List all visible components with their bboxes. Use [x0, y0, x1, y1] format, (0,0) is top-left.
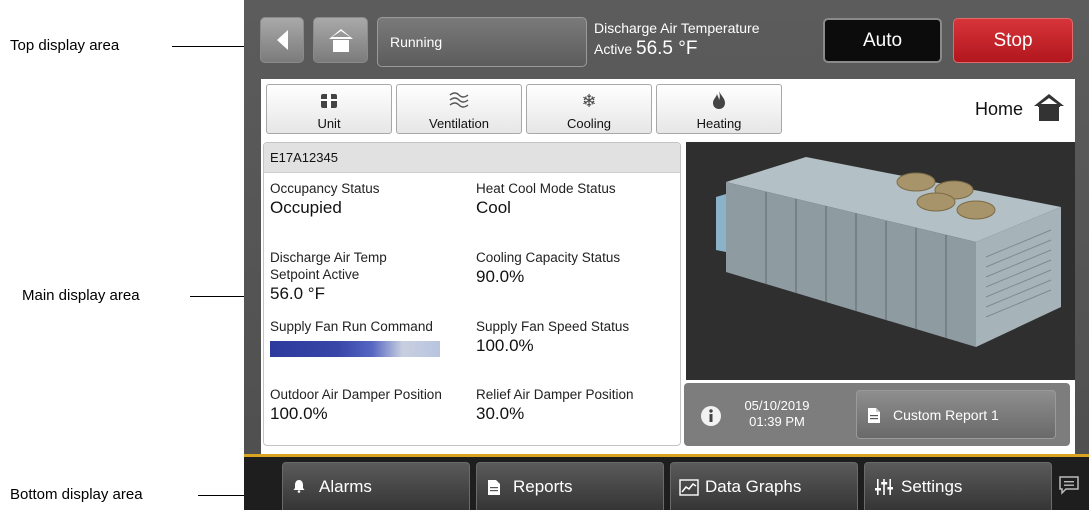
dat-active-row: Active 56.5 °F	[594, 38, 759, 60]
settings-label: Settings	[901, 477, 963, 496]
current-time: 01:39 PM	[749, 414, 805, 429]
heat-cool-label: Heat Cool Mode Status	[476, 181, 616, 196]
oa-damper-position: Outdoor Air Damper Position 100.0%	[270, 386, 442, 425]
rooftop-unit-image	[686, 142, 1075, 380]
reports-label: Reports	[513, 477, 573, 496]
data-graphs-button[interactable]: Data Graphs	[670, 462, 858, 510]
discharge-air-temp-readout: Discharge Air Temperature Active 56.5 °F	[594, 20, 759, 60]
supply-fan-run-command: Supply Fan Run Command	[270, 318, 440, 357]
datetime-report-strip: 05/10/2019 01:39 PM Custom Report 1	[684, 383, 1070, 446]
chat-icon[interactable]	[1058, 475, 1080, 495]
fan-run-label: Supply Fan Run Command	[270, 319, 433, 334]
ventilation-icon	[397, 90, 521, 112]
reports-button[interactable]: Reports	[476, 462, 664, 510]
custom-report-button[interactable]: Custom Report 1	[856, 390, 1056, 439]
oa-damper-value: 100.0%	[270, 404, 328, 423]
bottom-display-area: Alarms Reports Data Graphs Settings	[244, 457, 1089, 510]
alarms-label: Alarms	[319, 477, 372, 496]
cooling-capacity-value: 90.0%	[476, 267, 525, 286]
tab-ventilation-label: Ventilation	[429, 116, 489, 131]
unit-status-display[interactable]: Running	[377, 17, 587, 67]
current-date: 05/10/2019	[744, 398, 810, 413]
occupancy-value: Occupied	[270, 198, 342, 217]
fan-speed-label: Supply Fan Speed Status	[476, 319, 630, 334]
home-button[interactable]	[313, 17, 368, 63]
tab-cooling[interactable]: ❄ Cooling	[526, 84, 652, 134]
settings-button[interactable]: Settings	[864, 462, 1052, 510]
oa-damper-label: Outdoor Air Damper Position	[270, 387, 442, 402]
main-display-area: Unit Ventilation ❄ Cooling Heating Home …	[261, 79, 1075, 454]
bell-icon	[293, 480, 305, 493]
dat-title: Discharge Air Temperature	[594, 20, 760, 36]
occupancy-label: Occupancy Status	[270, 181, 380, 196]
cooling-capacity-status: Cooling Capacity Status 90.0%	[476, 249, 620, 288]
back-arrow-icon	[277, 30, 288, 50]
tab-ventilation[interactable]: Ventilation	[396, 84, 522, 134]
datetime-display: 05/10/2019 01:39 PM	[742, 398, 812, 430]
controller-screen: Running Discharge Air Temperature Active…	[244, 0, 1089, 510]
info-icon[interactable]	[700, 405, 722, 427]
relief-damper-value: 30.0%	[476, 404, 525, 423]
unit-status-card: E17A12345 Occupancy Status Occupied Heat…	[263, 142, 681, 446]
dat-setpoint-label-1: Discharge Air Temp	[270, 250, 387, 265]
home-icon[interactable]	[1033, 93, 1065, 121]
document-icon	[488, 480, 500, 495]
document-icon	[868, 408, 880, 423]
relief-damper-label: Relief Air Damper Position	[476, 387, 634, 402]
home-icon	[328, 29, 353, 52]
data-graphs-label: Data Graphs	[705, 477, 802, 496]
tab-heating-label: Heating	[696, 116, 742, 131]
home-breadcrumb[interactable]: Home	[975, 99, 1023, 120]
alarms-button[interactable]: Alarms	[282, 462, 470, 510]
snowflake-icon: ❄	[581, 91, 597, 111]
fan-run-indicator	[270, 341, 440, 357]
relief-damper-position: Relief Air Damper Position 30.0%	[476, 386, 634, 425]
unit-icon	[267, 90, 391, 112]
sliders-icon	[875, 479, 893, 495]
main-display-callout: Main display area	[22, 287, 140, 304]
unit-status-text: Running	[390, 34, 443, 50]
back-button[interactable]	[260, 17, 304, 63]
stop-button[interactable]: Stop	[953, 18, 1073, 63]
top-display-area: Running Discharge Air Temperature Active…	[244, 0, 1089, 78]
dat-setpoint-value: 56.0 °F	[270, 284, 325, 303]
unit-id: E17A12345	[264, 143, 680, 173]
supply-fan-speed-status: Supply Fan Speed Status 100.0%	[476, 318, 629, 357]
bottom-callout-line	[198, 495, 244, 496]
dat-value: 56.5 °F	[636, 38, 698, 59]
cooling-capacity-label: Cooling Capacity Status	[476, 250, 621, 265]
occupancy-status: Occupancy Status Occupied	[270, 180, 380, 219]
chart-icon	[679, 479, 699, 496]
bottom-display-callout: Bottom display area	[10, 486, 143, 503]
tab-unit[interactable]: Unit	[266, 84, 392, 134]
dat-setpoint-label-2: Setpoint Active	[270, 267, 360, 282]
top-display-callout: Top display area	[10, 37, 120, 54]
custom-report-label: Custom Report 1	[893, 407, 999, 423]
dat-active-label: Active	[594, 41, 633, 57]
heat-cool-mode-status: Heat Cool Mode Status Cool	[476, 180, 616, 219]
tab-heating[interactable]: Heating	[656, 84, 782, 134]
dat-setpoint-status: Discharge Air Temp Setpoint Active 56.0 …	[270, 249, 387, 305]
flame-icon	[657, 90, 781, 112]
tab-unit-label: Unit	[317, 116, 341, 131]
heat-cool-value: Cool	[476, 198, 511, 217]
rooftop-unit-drawing	[686, 142, 1075, 380]
tab-cooling-label: Cooling	[566, 116, 612, 131]
auto-button[interactable]: Auto	[823, 18, 942, 63]
fan-speed-value: 100.0%	[476, 336, 534, 355]
